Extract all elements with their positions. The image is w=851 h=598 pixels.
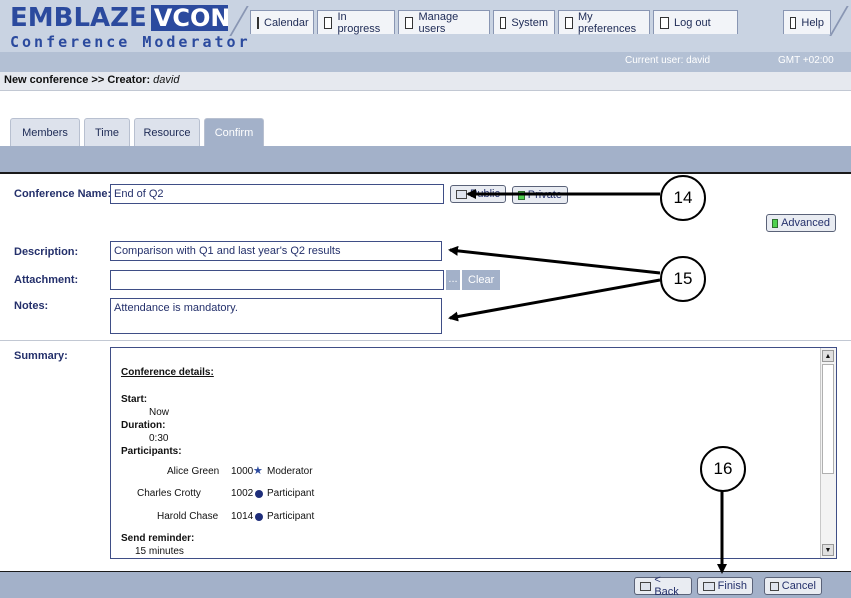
callout-arrows xyxy=(448,189,727,574)
callout-15: 15 xyxy=(660,256,706,302)
callout-14: 14 xyxy=(660,175,706,221)
callout-15-arrow-a xyxy=(448,245,661,275)
callout-16: 16 xyxy=(700,446,746,492)
callout-15-arrow-b xyxy=(448,278,661,322)
